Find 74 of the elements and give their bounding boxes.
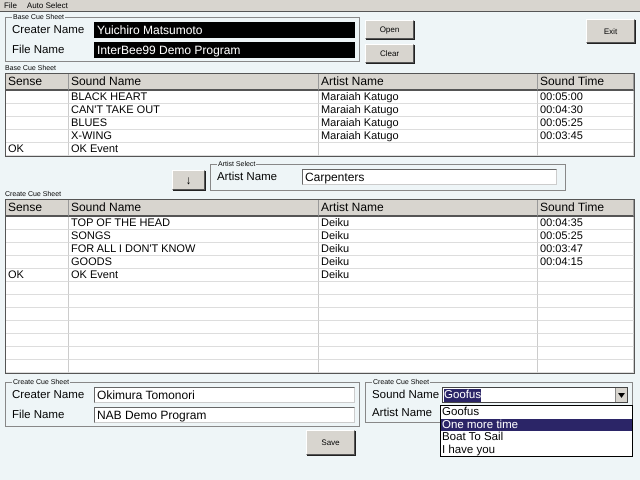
menu-item[interactable]: File (4, 0, 17, 10)
table-cell: 00:05:25 (538, 230, 634, 243)
field-label: Artist Name (217, 171, 278, 183)
table-cell: 00:04:35 (538, 217, 634, 230)
table-cell: OK (6, 143, 69, 156)
dropdown-arrow-icon (618, 392, 625, 398)
exit-button[interactable]: Exit (586, 19, 635, 43)
column-header[interactable]: Artist Name (319, 200, 538, 217)
field-label: Artist Name (372, 407, 434, 419)
column-header[interactable]: Sound Time (538, 200, 634, 217)
input-field[interactable]: Okimura Tomonori (94, 387, 355, 403)
column-header[interactable]: Sense (6, 74, 69, 91)
table-cell: SONGS (69, 230, 319, 243)
table-cell (6, 321, 69, 334)
column-header[interactable]: Sound Name (69, 74, 319, 91)
table-cell: Maraiah Katugo (319, 104, 538, 117)
field-label: File Name (12, 409, 66, 421)
table-cell (6, 104, 69, 117)
column-header[interactable]: Artist Name (319, 74, 538, 91)
table-cell: Deiku (319, 256, 538, 269)
table-cell: Deiku (319, 243, 538, 256)
table-cell (6, 256, 69, 269)
table-cell: Deiku (319, 269, 538, 282)
table-cell (6, 347, 69, 360)
field-label: Creater Name (12, 389, 86, 401)
dropdown-option[interactable]: One more time (441, 418, 632, 431)
table-cell: 00:05:25 (538, 117, 634, 130)
dropdown[interactable]: Goofus (442, 387, 628, 403)
table-cell: FOR ALL I DON'T KNOW (69, 243, 319, 256)
table-cell: OK Event (69, 269, 319, 282)
open-button[interactable]: Open (365, 20, 414, 39)
table-cell: X-WING (69, 130, 319, 143)
column-header[interactable]: Sense (6, 200, 69, 217)
input-field[interactable]: Carpenters (302, 169, 557, 185)
table-cell: Maraiah Katugo (319, 91, 538, 104)
table-cell (6, 217, 69, 230)
input-field[interactable]: InterBee99 Demo Program (94, 42, 355, 58)
table-cell (6, 295, 69, 308)
table-cell (6, 243, 69, 256)
column-header[interactable]: Sound Time (538, 74, 634, 91)
table-cell: CAN'T TAKE OUT (69, 104, 319, 117)
table-cell: Deiku (319, 217, 538, 230)
clear-button[interactable]: Clear (365, 44, 414, 63)
column-header[interactable]: Sound Name (69, 200, 319, 217)
input-field[interactable]: NAB Demo Program (94, 407, 355, 423)
field-label: Sound Name (372, 389, 440, 401)
table-cell: 00:04:15 (538, 256, 634, 269)
table-cell: OK (6, 269, 69, 282)
field-label: Creater Name (12, 24, 86, 36)
table-cell: Maraiah Katugo (319, 130, 538, 143)
table-cell: 00:03:47 (538, 243, 634, 256)
table-cell: BLUES (69, 117, 319, 130)
table-cell (6, 130, 69, 143)
table-cell: OK Event (69, 143, 319, 156)
table-cell: Deiku (319, 230, 538, 243)
table-cell (6, 360, 69, 373)
table-cell (6, 334, 69, 347)
table-cell: TOP OF THE HEAD (69, 217, 319, 230)
table-cell: BLACK HEART (69, 91, 319, 104)
table-cell: GOODS (69, 256, 319, 269)
table-cell (6, 230, 69, 243)
field-label: File Name (12, 44, 66, 56)
copy-down-button[interactable]: ↓ (172, 170, 205, 190)
table-cell (6, 91, 69, 104)
input-field[interactable]: Yuichiro Matsumoto (94, 22, 355, 38)
table-cell: Maraiah Katugo (319, 117, 538, 130)
table-cell: 00:03:45 (538, 130, 634, 143)
table-cell: 00:04:30 (538, 104, 634, 117)
save-button[interactable]: Save (306, 430, 355, 455)
table-cell (6, 117, 69, 130)
menu-item[interactable]: Auto Select (26, 0, 68, 10)
table-cell (6, 282, 69, 295)
table-cell (6, 308, 69, 321)
table-cell: 00:05:00 (538, 91, 634, 104)
